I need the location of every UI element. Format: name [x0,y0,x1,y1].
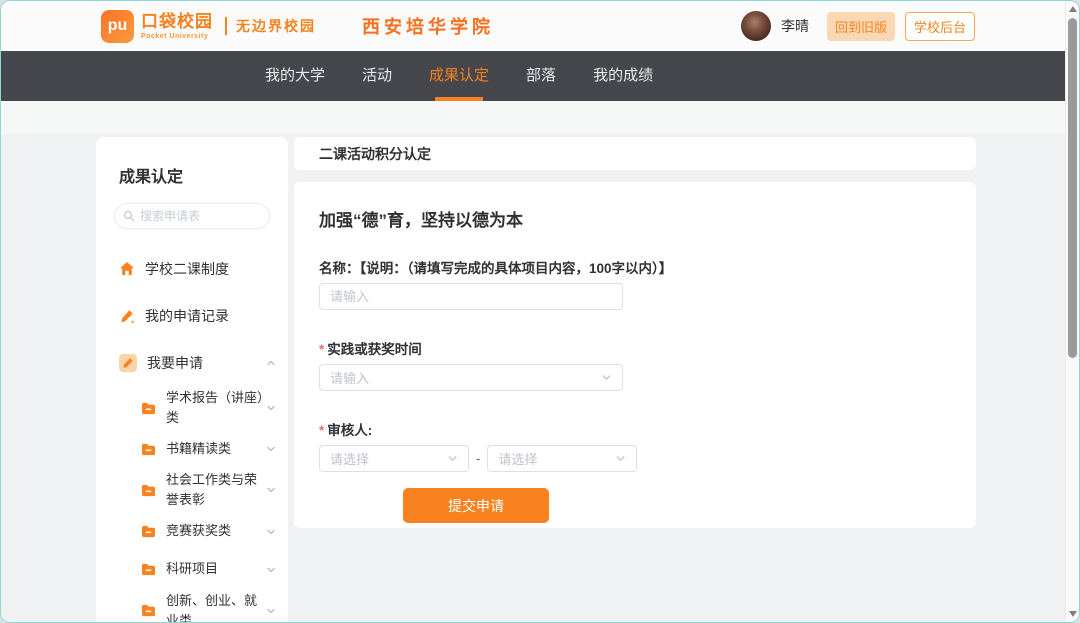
school-name: 西安培华学院 [362,13,494,39]
form-title: 加强“德”育，坚持以德为本 [319,206,951,231]
folder-minus-icon [141,443,156,456]
submenu-item-book-reading[interactable]: 书籍精读类 [96,430,288,468]
chevron-up-icon [266,358,276,368]
brand-subtitle: Pocket University [141,33,213,40]
scroll-up-arrow-icon[interactable] [1069,6,1077,12]
folder-minus-icon [141,484,156,497]
vertical-scrollbar[interactable] [1065,1,1079,622]
chevron-down-icon [447,453,458,464]
chevron-down-icon [266,444,276,454]
pencil-icon [119,308,135,324]
school-admin-button[interactable]: 学校后台 [905,12,975,41]
brand-slogan: 无边界校园 [236,16,316,36]
top-header: pu 口袋校园 Pocket University 无边界校园 西安培华学院 李… [1,1,1065,51]
main-nav: 我的大学 活动 成果认定 部落 我的成绩 [1,51,1065,101]
chevron-down-icon [266,485,276,495]
chevron-down-icon [615,453,626,464]
sidebar-item-school-system[interactable]: 学校二课制度 [96,245,288,292]
chevron-down-icon [601,372,612,383]
time-select[interactable]: 请输入 [319,364,623,391]
time-select-placeholder: 请输入 [330,368,601,387]
submenu-item-label: 学术报告（讲座）类 [166,388,266,428]
range-separator: - [476,451,480,466]
reviewer-end-placeholder: 请选择 [498,449,615,468]
submenu-item-competition-awards[interactable]: 竞赛获奖类 [96,513,288,551]
sidebar-title: 成果认定 [119,163,288,187]
back-to-old-version-button[interactable]: 回到旧版 [827,12,895,41]
page-body: 成果认定 学校二课制度 我的申请记录 [1,101,1065,622]
pocket-university-logo-icon[interactable]: pu [101,10,134,43]
brand-name: 口袋校园 [141,13,213,30]
submenu-item-label: 创新、创业、就业类 [166,591,266,622]
folder-minus-icon [141,563,156,576]
reviewer-start-placeholder: 请选择 [330,449,447,468]
edit-square-icon [119,354,137,372]
sidebar-item-label: 我要申请 [147,353,266,373]
logo-divider [225,17,227,35]
search-icon [123,210,135,222]
brand-block: 口袋校园 Pocket University [141,13,213,40]
submenu-item-label: 竞赛获奖类 [166,521,266,541]
page-title: 二课活动积分认定 [319,144,431,164]
submenu-item-innovation-entrepreneurship[interactable]: 创新、创业、就业类 [96,589,288,622]
folder-minus-icon [141,604,156,617]
reviewer-select-start[interactable]: 请选择 [319,445,469,472]
nav-item-achievement-recognition[interactable]: 成果认定 [427,51,491,101]
reviewer-field-label: *审核人: [319,419,951,439]
reviewer-select-row: 请选择 - 请选择 [319,445,951,472]
content-header: 二课活动积分认定 [294,137,976,170]
sidebar: 成果认定 学校二课制度 我的申请记录 [96,137,288,622]
sidebar-item-my-applications[interactable]: 我的申请记录 [96,292,288,339]
user-avatar[interactable] [741,11,771,41]
sidebar-item-label: 学校二课制度 [145,259,276,279]
sidebar-item-apply[interactable]: 我要申请 [96,339,288,386]
time-field-label: *实践或获奖时间 [319,338,951,358]
reviewer-select-end[interactable]: 请选择 [487,445,637,472]
nav-item-my-grades[interactable]: 我的成绩 [591,51,655,101]
scrollbar-thumb[interactable] [1068,18,1077,358]
chevron-down-icon [266,565,276,575]
name-field-label: 名称：【说明：（请填写完成的具体项目内容，100字以内）】 [319,257,951,277]
chevron-down-icon [266,403,276,413]
user-name[interactable]: 李晴 [781,16,809,36]
required-marker: * [319,342,324,357]
submenu-item-label: 社会工作类与荣誉表彰 [166,470,266,510]
home-icon [119,261,135,276]
submenu-item-research-projects[interactable]: 科研项目 [96,551,288,589]
application-form-card: 加强“德”育，坚持以德为本 名称：【说明：（请填写完成的具体项目内容，100字以… [294,182,976,528]
sidebar-submenu: 学术报告（讲座）类 书籍精读类 [96,386,288,622]
name-input[interactable] [319,283,623,310]
chevron-down-icon [266,527,276,537]
app-window: pu 口袋校园 Pocket University 无边界校园 西安培华学院 李… [0,0,1080,623]
chevron-down-icon [266,606,276,616]
submenu-item-label: 科研项目 [166,559,266,579]
scroll-down-arrow-icon[interactable] [1069,611,1077,617]
sidebar-search[interactable] [114,203,270,229]
nav-item-activities[interactable]: 活动 [360,51,394,101]
folder-minus-icon [141,402,156,415]
sidebar-item-label: 我的申请记录 [145,306,276,326]
submenu-item-academic-lectures[interactable]: 学术报告（讲座）类 [96,386,288,430]
required-marker: * [319,423,324,438]
submenu-item-label: 书籍精读类 [166,439,266,459]
submenu-item-social-work-honors[interactable]: 社会工作类与荣誉表彰 [96,468,288,512]
sidebar-menu: 学校二课制度 我的申请记录 我要申请 [96,245,288,386]
folder-minus-icon [141,525,156,538]
nav-item-tribe[interactable]: 部落 [524,51,558,101]
nav-item-my-university[interactable]: 我的大学 [263,51,327,101]
search-input[interactable] [140,209,261,223]
submit-application-button[interactable]: 提交申请 [403,488,549,523]
header-right: 李晴 回到旧版 学校后台 [741,11,975,41]
